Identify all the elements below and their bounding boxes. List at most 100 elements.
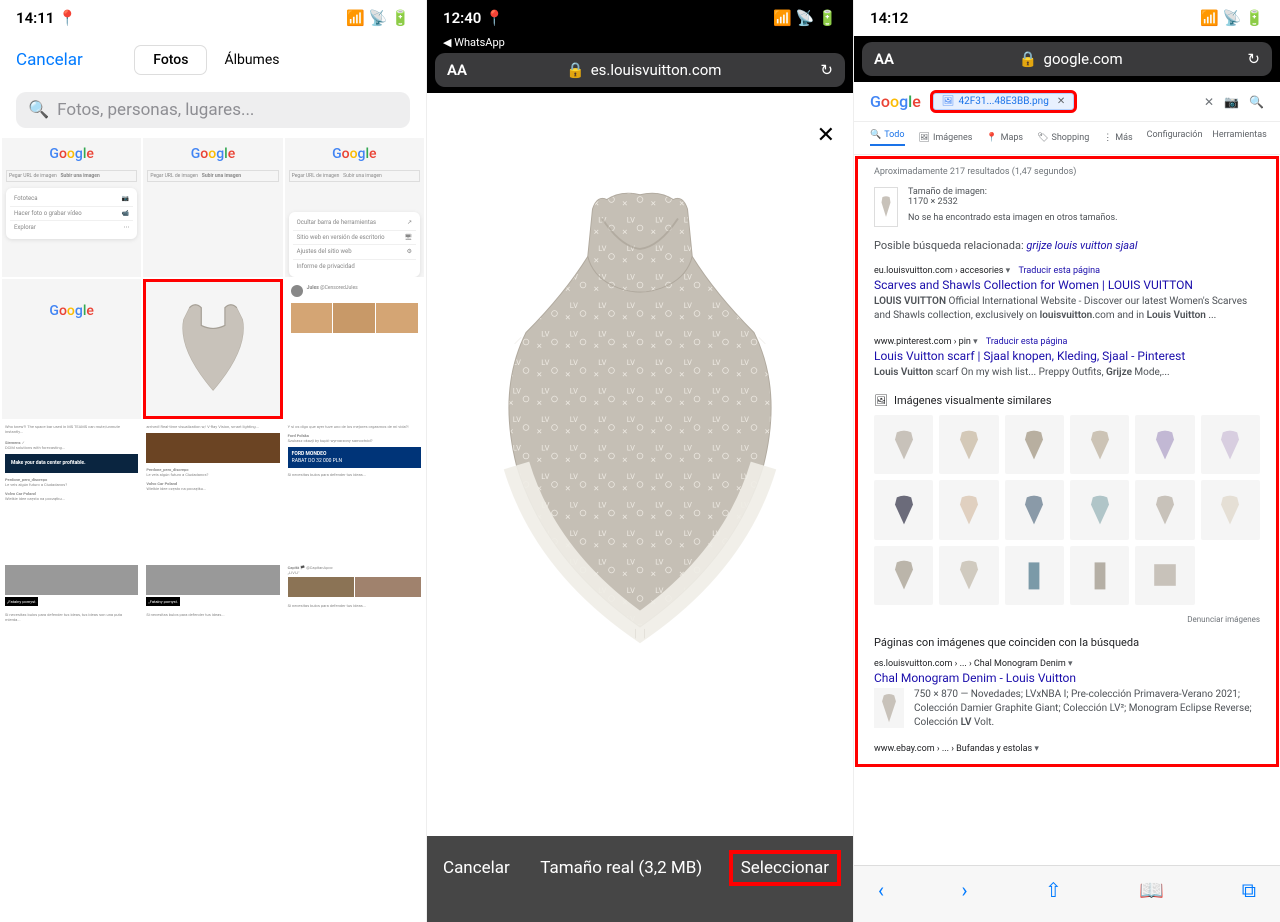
similar-image[interactable]	[939, 546, 998, 605]
related-link[interactable]: grijze louis vuitton sjaal	[1026, 239, 1137, 252]
url-bar[interactable]: AA 🔒 es.louisvuitton.com ↻	[435, 53, 845, 87]
photo-thumbnail[interactable]: Jules @CensoredJules	[285, 279, 424, 418]
link-config[interactable]: Configuración	[1147, 130, 1203, 146]
matching-pages-heading: Páginas con imágenes que coinciden con l…	[874, 636, 1260, 649]
tabs-icon[interactable]: ⧉	[1242, 878, 1256, 902]
photo-thumbnail[interactable]: arrived! Real-time visualization w/ V-Ra…	[143, 421, 282, 560]
similar-image[interactable]	[1201, 480, 1260, 539]
status-time: 14:11	[16, 9, 54, 27]
search-result: www.pinterest.com › pin ▾ Traducir esta …	[874, 337, 1260, 380]
similar-image[interactable]	[939, 480, 998, 539]
back-icon[interactable]: ‹	[878, 878, 884, 902]
visually-similar-heading[interactable]: 🖼Imágenes visualmente similares	[874, 394, 1260, 407]
similar-image[interactable]	[874, 415, 933, 474]
result-title-link[interactable]: Chal Monogram Denim - Louis Vuitton	[874, 671, 1260, 685]
status-time: 12:40	[443, 9, 481, 27]
location-icon: 📍	[58, 9, 77, 27]
photo-thumbnail[interactable]: Google Pegar URL de imagen Subir una ima…	[285, 138, 424, 277]
report-images-link[interactable]: Denunciar imágenes	[874, 615, 1260, 624]
bookmarks-icon[interactable]: 📖	[1139, 878, 1164, 902]
photo-thumbnail[interactable]: Who knew?! The space bar used in MS TEAM…	[2, 421, 141, 560]
similar-image[interactable]	[1070, 480, 1129, 539]
safari-bottom-nav: ‹ › ⇧ 📖 ⧉	[854, 865, 1280, 922]
reload-icon[interactable]: ↻	[820, 61, 833, 79]
matching-result: es.louisvuitton.com › ... › Chal Monogra…	[874, 659, 1260, 730]
cancel-button[interactable]: Cancelar	[16, 50, 83, 70]
search-icon: 🔍	[28, 100, 49, 120]
cancel-button[interactable]: Cancelar	[443, 858, 510, 878]
search-bar[interactable]: 🔍 Fotos, personas, lugares...	[16, 92, 410, 128]
url-bar[interactable]: AA 🔒 google.com ↻	[862, 42, 1272, 76]
similar-image[interactable]	[1201, 415, 1260, 474]
text-size-button[interactable]: AA	[447, 61, 467, 79]
match-thumb[interactable]	[874, 688, 904, 728]
clear-icon[interactable]: ✕	[1204, 95, 1214, 109]
search-results: Aproximadamente 217 resultados (1,47 seg…	[856, 157, 1278, 766]
back-to-app[interactable]: ◀ WhatsApp	[427, 36, 853, 53]
tab-shopping[interactable]: 🏷Shopping	[1037, 130, 1089, 146]
tab-albums[interactable]: Álbumes	[206, 46, 297, 74]
remove-chip-icon[interactable]: ✕	[1057, 96, 1065, 107]
tab-maps[interactable]: 📍Maps	[986, 130, 1023, 146]
similar-image[interactable]	[1135, 415, 1194, 474]
forward-icon[interactable]: ›	[962, 878, 968, 902]
google-logo[interactable]: Google	[870, 92, 921, 111]
similar-image[interactable]	[1135, 480, 1194, 539]
phone-google-results: 14:12 📶📡🔋 AA 🔒 google.com ↻ Google 🖼 42F…	[854, 0, 1280, 922]
search-image-chip[interactable]: 🖼 42F31...48E3BB.png ✕	[933, 93, 1074, 110]
similar-image[interactable]	[1005, 546, 1064, 605]
phone-photo-picker: 14:11 📍 📶📡🔋 Cancelar Fotos Álbumes 🔍 Fot…	[0, 0, 427, 922]
tab-photos[interactable]: Fotos	[135, 46, 206, 74]
tab-images[interactable]: 🖼Imágenes	[919, 130, 973, 146]
search-result: eu.louisvuitton.com › accesories ▾ Tradu…	[874, 266, 1260, 323]
phone-safari-lv: 12:40 📍 📶📡🔋 ◀ WhatsApp AA 🔒 es.louisvuit…	[427, 0, 854, 922]
similar-image[interactable]	[1005, 480, 1064, 539]
photo-thumbnail-scarf[interactable]	[143, 279, 282, 418]
scarf-icon	[154, 290, 272, 408]
status-icons: 📶📡🔋	[1200, 9, 1264, 27]
translate-link[interactable]: Traducir esta página	[986, 337, 1068, 347]
related-search: Posible búsqueda relacionada: grijze lou…	[874, 239, 1260, 252]
text-size-button[interactable]: AA	[874, 50, 894, 68]
similar-image[interactable]	[1070, 415, 1129, 474]
photo-thumbnail[interactable]: Google Pegar URL de imagen Subir una ima…	[143, 138, 282, 277]
similar-image[interactable]	[1135, 546, 1194, 605]
similar-image[interactable]	[1005, 415, 1064, 474]
link-tools[interactable]: Herramientas	[1212, 130, 1266, 146]
picker-tabs: Fotos Álbumes	[133, 44, 299, 76]
similar-image[interactable]	[874, 546, 933, 605]
translate-link[interactable]: Traducir esta página	[1018, 266, 1100, 276]
similar-image[interactable]	[1070, 546, 1129, 605]
share-icon[interactable]: ⇧	[1045, 878, 1062, 902]
status-icons: 📶📡🔋	[773, 9, 837, 27]
results-count: Aproximadamente 217 resultados (1,47 seg…	[874, 167, 1260, 177]
status-time: 14:12	[870, 9, 908, 27]
reload-icon[interactable]: ↻	[1247, 50, 1260, 68]
photo-grid: Google Pegar URL de imagen Subir una ima…	[0, 136, 426, 703]
file-size-label[interactable]: Tamaño real (3,2 MB)	[540, 858, 702, 878]
location-icon: 📍	[485, 9, 504, 27]
photo-thumbnail[interactable]: Capità 🏴 @CapitanApoc „LIVIJ" Si necesit…	[285, 562, 424, 701]
lock-icon: 🔒	[1019, 50, 1038, 68]
close-button[interactable]: ✕	[817, 123, 835, 148]
product-image: LV	[427, 93, 853, 743]
result-title-link[interactable]: Louis Vuitton scarf | Sjaal knopen, Kled…	[874, 349, 1260, 363]
photo-thumbnail[interactable]: Google	[2, 279, 141, 418]
tab-all[interactable]: 🔍Todo	[870, 130, 905, 146]
google-result-tabs: 🔍Todo 🖼Imágenes 📍Maps 🏷Shopping ⋮Más Con…	[854, 122, 1280, 155]
photo-thumbnail[interactable]: „Fatalny pomysł. Si necesitas bulos para…	[2, 562, 141, 701]
similar-image[interactable]	[874, 480, 933, 539]
result-title-link[interactable]: Scarves and Shawls Collection for Women …	[874, 278, 1260, 292]
photo-thumbnail[interactable]: Google Pegar URL de imagen Subir una ima…	[2, 138, 141, 277]
query-image-thumb[interactable]	[874, 187, 898, 227]
search-placeholder: Fotos, personas, lugares...	[57, 100, 254, 120]
photo-thumbnail[interactable]: Y si os digo que ayer tuve uno de los me…	[285, 421, 424, 560]
camera-icon[interactable]: 📷	[1224, 95, 1239, 109]
photo-thumbnail[interactable]: „Fatalny pomysł. Si necesitas bulos para…	[143, 562, 282, 701]
similar-image[interactable]	[939, 415, 998, 474]
result-url[interactable]: www.ebay.com › ... › Bufandas y estolas …	[874, 744, 1260, 754]
tab-more[interactable]: ⋮Más	[1103, 130, 1132, 146]
search-icon[interactable]: 🔍	[1249, 95, 1264, 109]
image-info-box: Tamaño de imagen:1170 × 2532 No se ha en…	[874, 187, 1260, 227]
select-button[interactable]: Seleccionar	[733, 854, 837, 882]
